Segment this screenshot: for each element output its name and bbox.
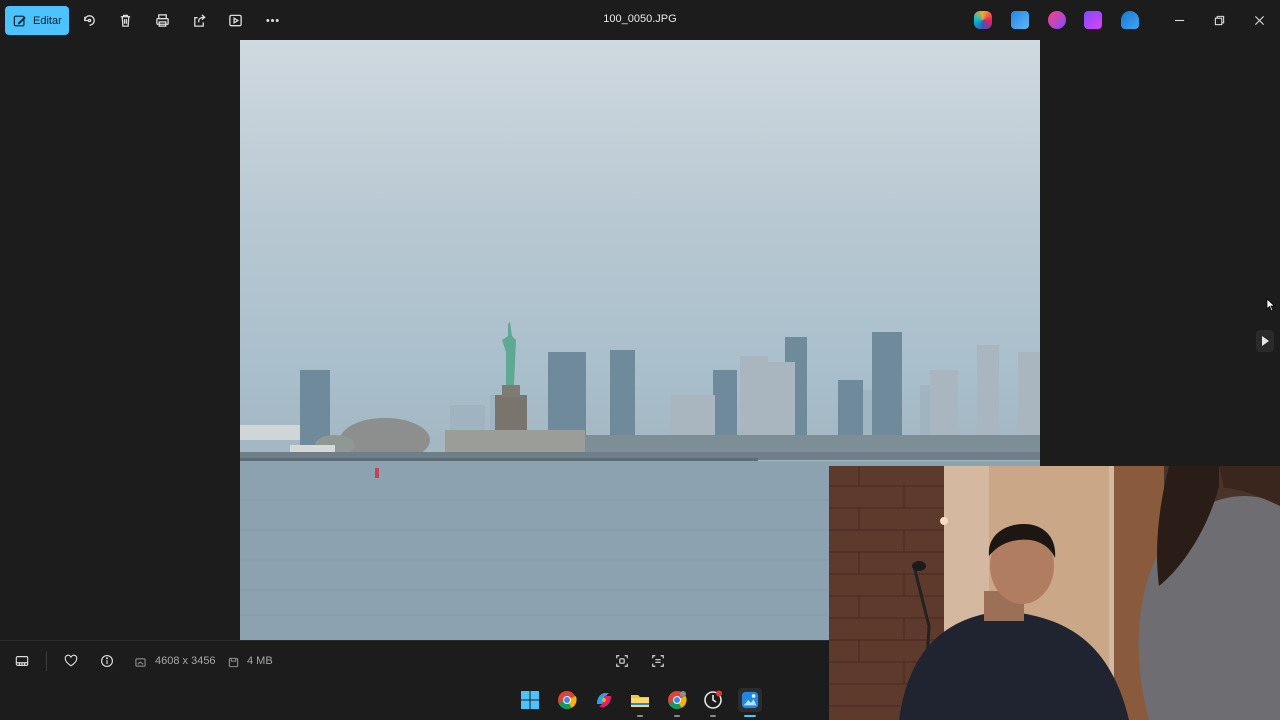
restore-icon [1214,15,1224,25]
mouse-cursor-icon [1266,298,1276,317]
delete-icon[interactable] [115,10,135,30]
minimize-button[interactable] [1169,10,1189,30]
next-photo-button[interactable] [1256,330,1274,352]
onedrive-icon[interactable] [1121,11,1139,29]
close-icon [1254,15,1264,25]
chrome-icon[interactable] [555,688,579,712]
copilot-icon[interactable] [974,11,992,29]
dimensions-icon [135,655,147,667]
photos-app-window: Editar 100_0050.JPG 4608 x 3456 4 MB [0,0,1280,720]
info-icon[interactable] [99,653,115,669]
filmstrip-toggle-icon[interactable] [14,653,30,669]
video-editor-icon[interactable] [1084,11,1102,29]
chrome-profile-icon[interactable] [665,688,689,712]
close-button[interactable] [1249,10,1269,30]
file-name-title: 100_0050.JPG [603,13,677,25]
fit-to-window-icon[interactable] [614,653,630,669]
favorite-icon[interactable] [63,653,79,669]
image-dimensions: 4608 x 3456 [155,655,216,667]
running-indicator [637,715,643,717]
divider [46,651,47,671]
running-indicator [674,715,680,717]
clock-app-icon[interactable] [701,688,725,712]
more-icon[interactable] [262,10,282,30]
edit-button[interactable]: Editar [5,6,69,35]
running-indicator [710,715,716,717]
minimize-icon [1174,19,1184,21]
photos-editor-icon[interactable] [1011,11,1029,29]
webcam-feed [829,466,1280,720]
next-arrow-icon [1262,336,1269,346]
clipchamp-icon[interactable] [1048,11,1066,29]
edit-icon [13,15,26,26]
file-size-icon [228,655,240,668]
file-explorer-icon[interactable] [628,688,652,712]
photos-app-icon[interactable] [738,688,762,712]
print-icon[interactable] [152,10,172,30]
visual-search-icon[interactable] [650,653,666,669]
share-icon[interactable] [189,10,209,30]
edit-button-label: Editar [33,14,62,27]
restore-button[interactable] [1209,10,1229,30]
webcam-overlay [829,466,1280,720]
title-bar: Editar 100_0050.JPG [0,0,1280,40]
file-size: 4 MB [247,655,273,667]
rotate-icon[interactable] [79,10,99,30]
slideshow-icon[interactable] [225,10,245,30]
start-icon[interactable] [518,688,542,712]
copilot-icon[interactable] [592,688,616,712]
active-indicator [744,715,756,717]
